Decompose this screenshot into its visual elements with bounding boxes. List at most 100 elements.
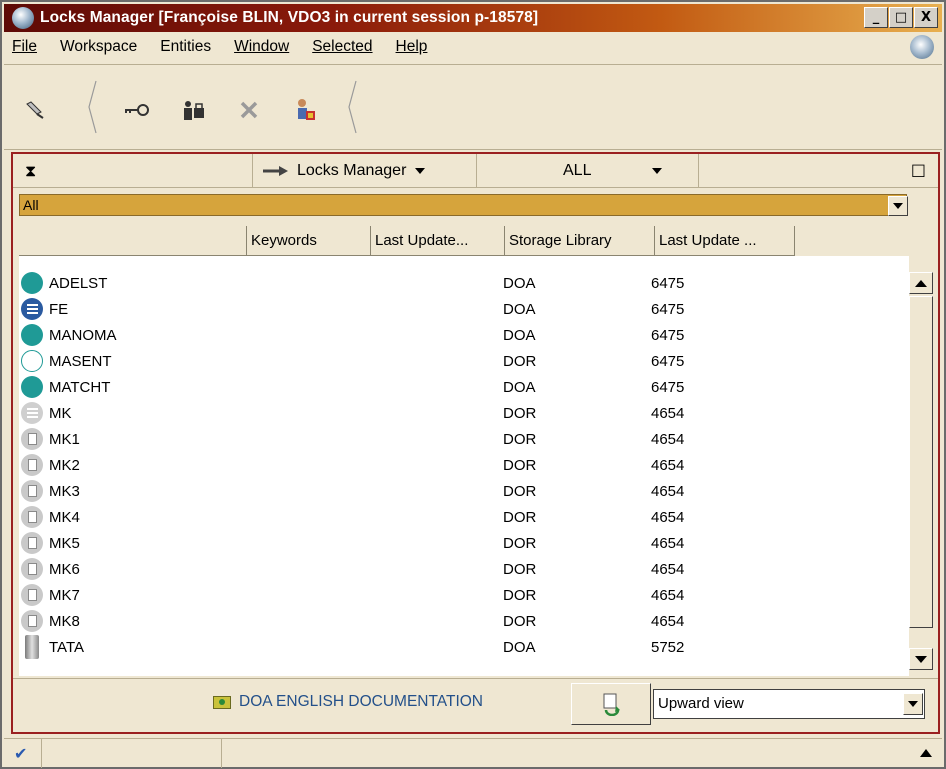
chevron-up-icon[interactable] xyxy=(920,749,932,757)
refresh-button[interactable] xyxy=(571,683,651,725)
panel-footer: DOA ENGLISH DOCUMENTATION Upward view xyxy=(13,678,938,732)
list-item[interactable]: MK4 DOR 4654 xyxy=(19,504,909,530)
status-bar: ✔ xyxy=(4,738,942,768)
panel-header: ⧗ Locks Manager ALL □ xyxy=(13,153,938,188)
item-name: FE xyxy=(49,300,69,318)
title-bar[interactable]: Locks Manager [Françoise BLIN, VDO3 in c… xyxy=(4,4,942,32)
object-icon xyxy=(21,376,43,398)
item-name: MK5 xyxy=(49,534,80,552)
view-mode-select[interactable]: Upward view xyxy=(653,689,925,719)
item-update: 6475 xyxy=(651,352,685,370)
list-item[interactable]: MK DOR 4654 xyxy=(19,400,909,426)
item-name: MK2 xyxy=(49,456,80,474)
refresh-icon xyxy=(603,693,620,716)
delete-icon[interactable] xyxy=(234,95,264,125)
list-item[interactable]: MK1 DOR 4654 xyxy=(19,426,909,452)
column-last-update-2[interactable]: Last Update ... xyxy=(655,226,795,256)
list-item[interactable]: MASENT DOR 6475 xyxy=(19,348,909,374)
item-name: MK8 xyxy=(49,612,80,630)
menu-workspace[interactable]: Workspace xyxy=(60,38,137,56)
folder-icon xyxy=(213,695,231,709)
item-update: 4654 xyxy=(651,560,685,578)
main-window: Locks Manager [Françoise BLIN, VDO3 in c… xyxy=(0,0,946,769)
item-library: DOR xyxy=(503,430,537,448)
list-item[interactable]: TATA DOA 5752 xyxy=(19,634,909,660)
key-icon[interactable] xyxy=(122,95,152,125)
filter-dropdown-button[interactable] xyxy=(888,196,908,216)
list-item[interactable]: ADELST DOA 6475 xyxy=(19,270,909,296)
list-item[interactable]: FE DOA 6475 xyxy=(19,296,909,322)
item-update: 6475 xyxy=(651,326,685,344)
list-item[interactable]: MK6 DOR 4654 xyxy=(19,556,909,582)
column-keywords[interactable]: Keywords xyxy=(247,226,371,256)
collapse-icon[interactable]: ⧗ xyxy=(25,161,36,181)
document-icon xyxy=(21,428,43,450)
vertical-scrollbar[interactable] xyxy=(909,256,933,676)
chevron-down-icon xyxy=(652,167,663,174)
document-icon xyxy=(21,610,43,632)
column-header-row: Keywords Last Update... Storage Library … xyxy=(19,226,795,256)
list-item[interactable]: MK7 DOR 4654 xyxy=(19,582,909,608)
maximize-button[interactable]: □ xyxy=(889,7,913,28)
panel-maximize-icon[interactable]: □ xyxy=(911,160,926,179)
toolbar-separator xyxy=(88,80,97,134)
document-icon xyxy=(21,558,43,580)
toolbar xyxy=(4,64,942,150)
object-icon xyxy=(21,272,43,294)
user-config-icon[interactable] xyxy=(290,95,320,125)
document-icon xyxy=(21,532,43,554)
documentation-link[interactable]: DOA ENGLISH DOCUMENTATION xyxy=(213,693,483,711)
window-controls: _ □ X xyxy=(864,7,938,28)
chevron-down-icon xyxy=(415,167,426,174)
item-update: 5752 xyxy=(651,638,685,656)
menu-selected[interactable]: Selected xyxy=(312,38,372,56)
menu-window[interactable]: Window xyxy=(234,38,289,56)
user-lock-icon[interactable] xyxy=(178,95,208,125)
scroll-thumb[interactable] xyxy=(909,296,933,628)
list-item[interactable]: MK5 DOR 4654 xyxy=(19,530,909,556)
close-button[interactable]: X xyxy=(914,7,938,28)
menu-help[interactable]: Help xyxy=(396,38,428,56)
column-name[interactable] xyxy=(19,226,247,256)
item-update: 4654 xyxy=(651,482,685,500)
chevron-down-icon xyxy=(908,701,918,707)
item-update: 4654 xyxy=(651,534,685,552)
view-mode-dropdown-button[interactable] xyxy=(903,693,923,715)
item-library: DOR xyxy=(503,352,537,370)
window-title: Locks Manager [Françoise BLIN, VDO3 in c… xyxy=(40,9,539,26)
item-update: 4654 xyxy=(651,612,685,630)
item-library: DOA xyxy=(503,378,536,396)
menu-entities[interactable]: Entities xyxy=(160,38,211,56)
list-item[interactable]: MANOMA DOA 6475 xyxy=(19,322,909,348)
item-name: MK xyxy=(49,404,72,422)
probe-icon[interactable] xyxy=(20,95,50,125)
app-icon[interactable] xyxy=(12,7,34,29)
list-icon xyxy=(21,298,43,320)
item-name: ADELST xyxy=(49,274,108,292)
scope-selector[interactable]: ALL xyxy=(477,153,699,188)
documentation-label: DOA ENGLISH DOCUMENTATION xyxy=(239,693,484,710)
list-item[interactable]: MATCHT DOA 6475 xyxy=(19,374,909,400)
item-update: 4654 xyxy=(651,508,685,526)
minimize-button[interactable]: _ xyxy=(864,7,888,28)
locks-list: ADELST DOA 6475 FE DOA 6475 MANOMA DOA 6… xyxy=(19,256,909,676)
list-item[interactable]: MK3 DOR 4654 xyxy=(19,478,909,504)
column-last-update[interactable]: Last Update... xyxy=(371,226,505,256)
menu-file[interactable]: File xyxy=(12,38,37,56)
item-name: MK1 xyxy=(49,430,80,448)
arrow-right-icon xyxy=(263,165,288,176)
item-library: DOA xyxy=(503,638,536,656)
item-name: MK4 xyxy=(49,508,80,526)
item-library: DOA xyxy=(503,300,536,318)
scope-value: ALL xyxy=(563,161,592,179)
view-selector[interactable]: Locks Manager xyxy=(253,153,477,188)
list-item[interactable]: MK2 DOR 4654 xyxy=(19,452,909,478)
scroll-down-button[interactable] xyxy=(909,648,933,670)
column-storage-library[interactable]: Storage Library xyxy=(505,226,655,256)
check-icon: ✔ xyxy=(14,744,28,763)
list-item[interactable]: MK8 DOR 4654 xyxy=(19,608,909,634)
item-library: DOR xyxy=(503,560,537,578)
list-icon xyxy=(21,402,43,424)
filter-select[interactable]: All xyxy=(19,194,907,216)
scroll-up-button[interactable] xyxy=(909,272,933,294)
